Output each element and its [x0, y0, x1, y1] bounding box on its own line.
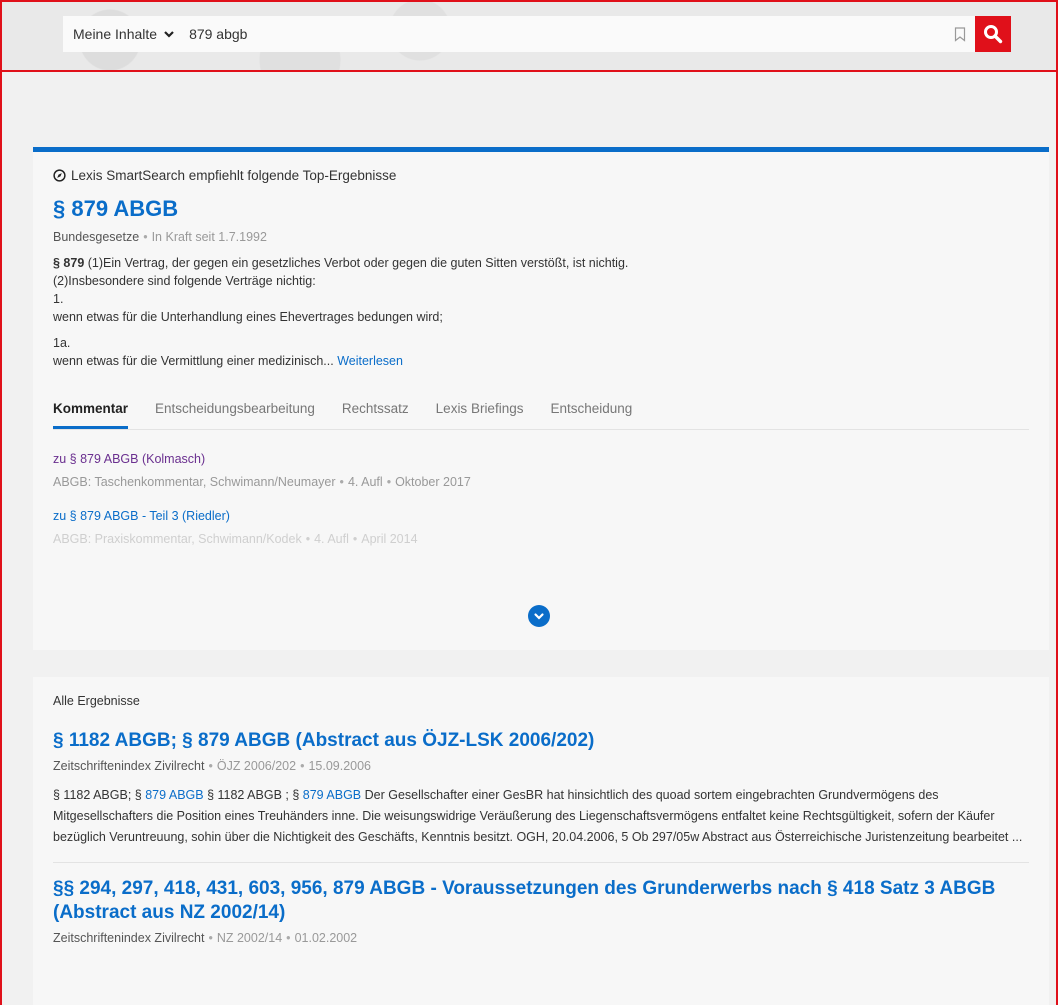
- paragraph-label: § 879: [53, 256, 85, 270]
- excerpt-line-5: 1a.: [53, 336, 71, 350]
- top-result-source: Bundesgesetze: [53, 230, 140, 244]
- search-input[interactable]: [185, 16, 945, 52]
- subresult-link[interactable]: zu § 879 ABGB - Teil 3 (Riedler): [53, 509, 230, 523]
- subresult-link[interactable]: zu § 879 ABGB (Kolmasch): [53, 452, 205, 466]
- result-snippet: § 1182 ABGB; § 879 ABGB § 1182 ABGB ; § …: [53, 788, 1023, 844]
- snippet-link[interactable]: 879 ABGB: [145, 788, 203, 802]
- top-result-status: In Kraft seit 1.7.1992: [151, 230, 267, 244]
- result-meta: Zeitschriftenindex Zivilrecht • ÖJZ 2006/2…: [53, 759, 372, 773]
- scope-dropdown[interactable]: Meine Inhalte: [63, 16, 185, 52]
- smartsearch-note: Lexis SmartSearch empfiehlt folgende Top…: [53, 166, 1029, 184]
- top-result-meta: Bundesgesetze • In Kraft seit 1.7.1992: [53, 230, 267, 244]
- top-result-title[interactable]: § 879 ABGB: [53, 196, 178, 222]
- divider: [53, 862, 1029, 863]
- bookmark-icon: [954, 26, 966, 42]
- all-results-heading: Alle Ergebnisse: [53, 694, 140, 708]
- chevron-down-icon: [534, 613, 544, 620]
- bookmark-button[interactable]: [945, 16, 975, 52]
- result-title[interactable]: §§ 294, 297, 418, 431, 603, 956, 879 ABG…: [53, 877, 1029, 925]
- app-header: Meine Inhalte: [0, 0, 1058, 72]
- expand-button[interactable]: [528, 605, 550, 627]
- result-title[interactable]: § 1182 ABGB; § 879 ABGB (Abstract aus ÖJ…: [53, 729, 1029, 753]
- tab-kommentar[interactable]: Kommentar: [53, 401, 129, 429]
- tab-lexis-briefings[interactable]: Lexis Briefings: [436, 401, 524, 429]
- snippet-link[interactable]: 879 ABGB: [303, 788, 361, 802]
- tab-entscheidungsbearbeitung[interactable]: Entscheidungsbearbeitung: [155, 401, 315, 429]
- search-bar: Meine Inhalte: [63, 16, 1011, 52]
- subresult-meta: ABGB: Taschenkommentar, Schwimann/Neumay…: [53, 475, 471, 489]
- compass-icon: [53, 168, 66, 182]
- excerpt-line-2: (2)Insbesondere sind folgende Verträge n…: [53, 274, 316, 288]
- list-item: zu § 879 ABGB (Kolmasch) ABGB: Taschenko…: [53, 450, 1029, 489]
- smartsearch-label: Lexis SmartSearch empfiehlt folgende Top…: [71, 167, 397, 183]
- excerpt-line-4: wenn etwas für die Unterhandlung eines E…: [53, 310, 443, 324]
- excerpt-line-6: wenn etwas für die Vermittlung einer med…: [53, 354, 334, 368]
- excerpt-line-1: (1)Ein Vertrag, der gegen ein gesetzlich…: [87, 256, 629, 270]
- result-meta: Zeitschriftenindex Zivilrecht • NZ 2002/14…: [53, 931, 358, 945]
- top-results-card: Lexis SmartSearch empfiehlt folgende Top…: [33, 147, 1049, 650]
- list-item: zu § 879 ABGB - Teil 3 (Riedler) ABGB: P…: [53, 507, 1029, 546]
- tab-rechtssatz[interactable]: Rechtssatz: [342, 401, 409, 429]
- result-tabs: Kommentar Entscheidungsbearbeitung Recht…: [53, 401, 1029, 430]
- tab-entscheidung[interactable]: Entscheidung: [550, 401, 632, 429]
- all-results-card: Alle Ergebnisse § 1182 ABGB; § 879 ABGB …: [33, 677, 1049, 1005]
- read-more-link[interactable]: Weiterlesen: [337, 354, 403, 368]
- top-result-excerpt: § 879 (1)Ein Vertrag, der gegen ein gese…: [53, 254, 1029, 370]
- chevron-down-icon: [164, 31, 174, 38]
- subresult-meta: ABGB: Praxiskommentar, Schwimann/Kodek • 4…: [53, 532, 418, 546]
- scope-label: Meine Inhalte: [73, 26, 158, 42]
- search-icon: [984, 25, 1003, 44]
- excerpt-line-3: 1.: [53, 292, 64, 306]
- search-button[interactable]: [975, 16, 1011, 52]
